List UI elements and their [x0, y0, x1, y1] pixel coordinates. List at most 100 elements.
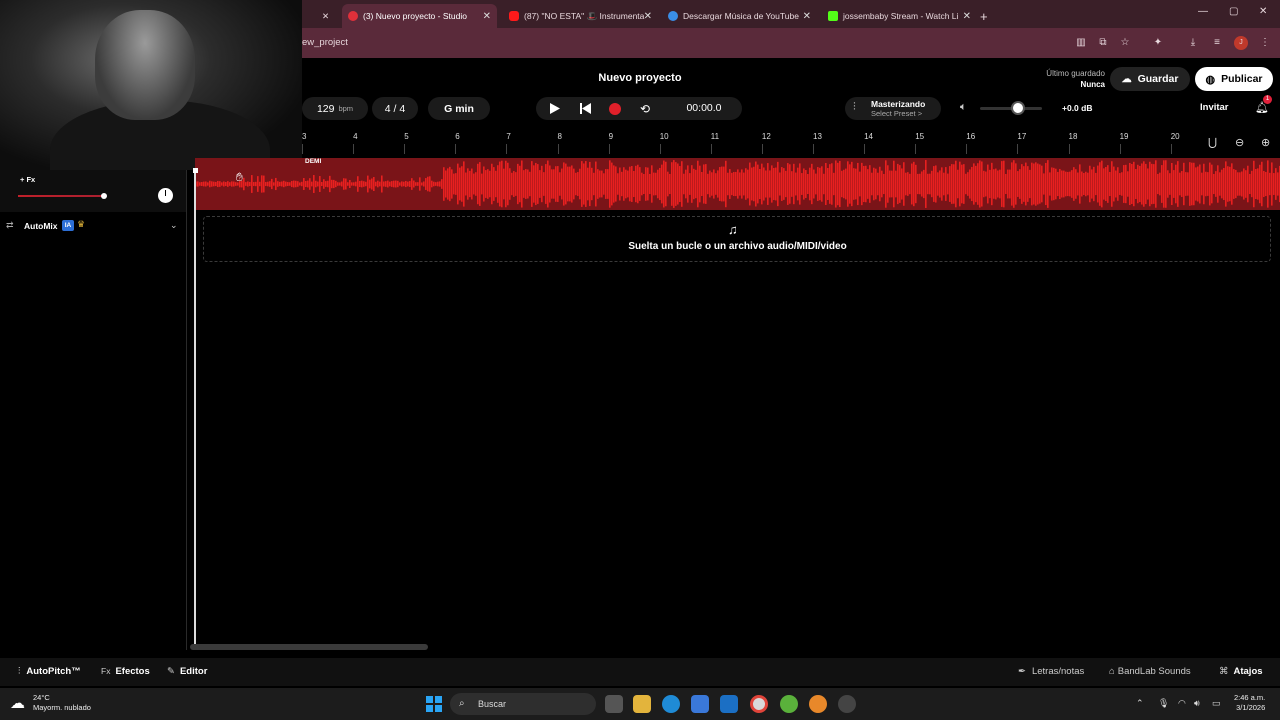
automix-row[interactable]: ⇄ AutoMix IA ♛ ⌄	[0, 216, 186, 236]
system-clock[interactable]: 2:46 a.m. 3/1/2026	[1234, 693, 1265, 713]
speaker-icon[interactable]: 🔊︎	[1194, 698, 1200, 709]
magnet-snap-icon[interactable]: ⋃	[1208, 136, 1217, 149]
wifi-icon[interactable]: ◠	[1178, 698, 1186, 709]
taskbar-search[interactable]: ⌕ Buscar	[450, 693, 596, 715]
chrome-icon[interactable]	[750, 695, 768, 713]
project-title[interactable]: Nuevo proyecto	[540, 72, 740, 84]
loop-button[interactable]: ⟲	[631, 97, 659, 120]
battery-icon[interactable]: ▭	[1212, 698, 1221, 709]
waveform-sample	[879, 166, 881, 202]
playhead[interactable]	[194, 170, 196, 650]
waveform-sample	[457, 163, 459, 205]
rewind-button[interactable]	[571, 97, 599, 120]
play-button[interactable]	[541, 97, 569, 120]
add-fx-button[interactable]: + Fx	[20, 175, 35, 184]
download-icon[interactable]: ⤓	[1186, 36, 1200, 50]
menu-icon[interactable]: ⋮	[1258, 36, 1272, 50]
app-icon-gear[interactable]	[838, 695, 856, 713]
crown-icon: ♛	[77, 219, 86, 229]
editor-button[interactable]: ✎ Editor	[167, 666, 207, 677]
tab-no-esta[interactable]: (87) "NO ESTA" 🎩 Instrumenta ✕	[503, 4, 658, 28]
tray-chevron-icon[interactable]: ⌃	[1136, 698, 1144, 709]
split-view-icon[interactable]: ▥	[1074, 36, 1088, 50]
master-volume-knob[interactable]	[1011, 101, 1026, 115]
edge-icon[interactable]	[662, 695, 680, 713]
task-view-icon[interactable]	[605, 695, 623, 713]
track-volume-handle[interactable]	[101, 193, 107, 199]
maximize-button[interactable]: ▢	[1229, 6, 1238, 17]
waveform-sample	[459, 167, 461, 201]
tab-nuevo-proyecto[interactable]: (3) Nuevo proyecto - Studio ✕	[342, 4, 497, 28]
media-icon[interactable]: ≡	[1210, 36, 1224, 50]
install-app-icon[interactable]: ⧉	[1096, 36, 1110, 50]
waveform-sample	[751, 167, 753, 201]
tempo-control[interactable]: 129 bpm	[302, 97, 368, 120]
weather-widget[interactable]: 24°C Mayorm. nublado	[33, 693, 91, 713]
microphone-icon[interactable]: 🎙︎	[1158, 698, 1169, 709]
save-button[interactable]: ☁ Guardar	[1110, 67, 1190, 91]
start-button[interactable]	[426, 696, 442, 712]
close-tab-icon[interactable]: ✕	[322, 4, 336, 28]
waveform-sample	[411, 178, 413, 190]
waveform-sample	[705, 164, 707, 204]
waveform-sample	[293, 180, 295, 188]
waveform-sample	[629, 166, 631, 202]
mail-icon[interactable]	[720, 695, 738, 713]
bandlab-sounds-button[interactable]: ⌂ BandLab Sounds	[1109, 666, 1191, 677]
waveform-sample	[381, 175, 383, 193]
waveform-sample	[309, 178, 311, 190]
playhead-handle[interactable]	[193, 168, 198, 173]
waveform-sample	[713, 169, 715, 199]
tab-descargar-musica[interactable]: Descargar Música de YouTube ✕	[662, 4, 817, 28]
mute-icon[interactable]: 🔈︎	[960, 101, 967, 114]
waveform-sample	[467, 168, 469, 200]
ruler-bar-label: 18	[1068, 132, 1078, 141]
store-icon[interactable]	[691, 695, 709, 713]
chevron-down-icon[interactable]: ⌄	[170, 220, 178, 231]
waveform-sample	[509, 168, 511, 200]
close-window-button[interactable]: ✕	[1259, 6, 1267, 17]
audio-clip[interactable]	[195, 158, 1280, 210]
timeline-ruler[interactable]: 3 4 5 6 7 8 9 10 11 12 13 14 15 16 17 18 19 20	[302, 128, 1200, 158]
minimize-button[interactable]: —	[1198, 6, 1208, 17]
autopitch-button[interactable]: ⫶ AutoPitch™	[18, 666, 81, 677]
notifications-button[interactable]: 🔔︎ 1	[1255, 95, 1272, 114]
tab-jossembaby-stream[interactable]: jossembaby Stream - Watch Li ✕	[822, 4, 977, 28]
profile-avatar[interactable]: J	[1234, 36, 1248, 50]
shortcuts-label: Atajos	[1233, 666, 1263, 677]
time-signature-control[interactable]: 4 / 4	[372, 97, 418, 120]
file-explorer-icon[interactable]	[633, 695, 651, 713]
zoom-in-icon[interactable]: ⊕	[1261, 136, 1270, 149]
close-tab-icon[interactable]: ✕	[644, 11, 652, 22]
waveform-sample	[1043, 173, 1045, 195]
weather-cloud-icon[interactable]: ☁	[10, 694, 25, 712]
key-control[interactable]: G min	[428, 97, 490, 120]
horizontal-scrollbar[interactable]	[190, 644, 428, 650]
app-icon-green[interactable]	[780, 695, 798, 713]
effects-button[interactable]: Fx Efectos	[101, 666, 150, 677]
zoom-out-icon[interactable]: ⊖	[1235, 136, 1244, 149]
track-volume-slider[interactable]	[18, 195, 106, 197]
extensions-icon[interactable]: ✦	[1151, 36, 1165, 50]
app-icon-orange[interactable]	[809, 695, 827, 713]
shortcuts-button[interactable]: ⌘ Atajos	[1219, 666, 1263, 677]
record-button[interactable]	[601, 97, 629, 120]
waveform-sample	[721, 166, 723, 202]
lyrics-label: Letras/notas	[1031, 666, 1085, 677]
pan-knob[interactable]	[158, 188, 173, 203]
new-tab-button[interactable]: +	[980, 4, 996, 28]
close-tab-icon[interactable]: ✕	[963, 11, 971, 22]
close-tab-icon[interactable]: ✕	[483, 11, 491, 22]
lyrics-button[interactable]: ✒ Letras/notas	[1018, 666, 1084, 677]
publish-button[interactable]: ◍ Publicar	[1195, 67, 1273, 91]
mastering-control[interactable]: ⫶ Masterizando Select Preset >	[845, 97, 941, 120]
key-value: G min	[444, 102, 474, 115]
invite-button[interactable]: Invitar	[1200, 102, 1229, 113]
waveform-sample	[1171, 162, 1173, 206]
bookmark-star-icon[interactable]: ☆	[1118, 36, 1132, 50]
waveform-sample	[451, 169, 453, 199]
close-tab-icon[interactable]: ✕	[803, 11, 811, 22]
url-field[interactable]: ew_project	[302, 37, 348, 48]
play-icon	[550, 103, 560, 114]
waveform-sample	[1173, 170, 1175, 198]
